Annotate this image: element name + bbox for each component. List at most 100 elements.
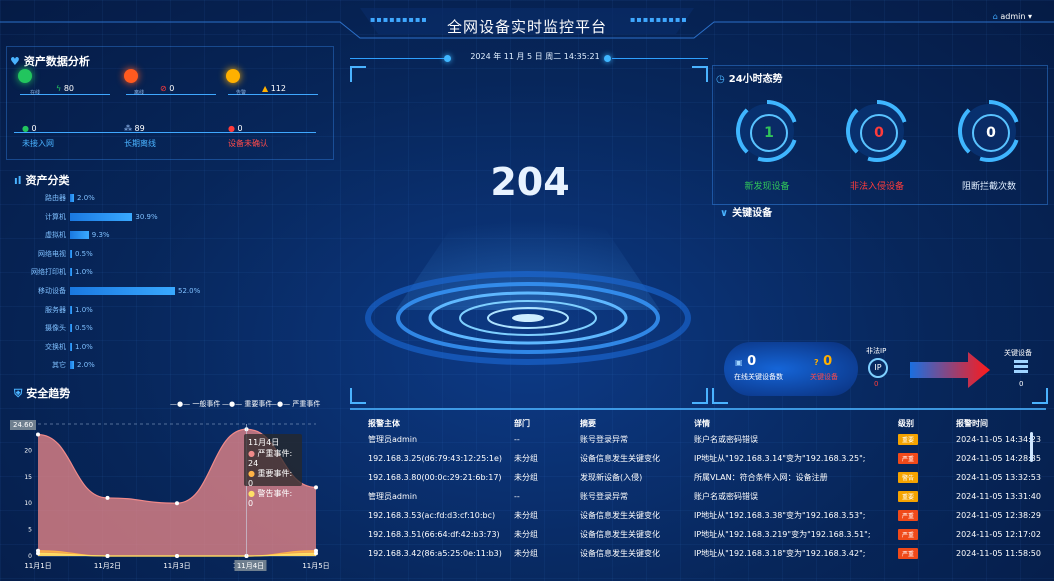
user-name: admin [1000,12,1026,21]
cell-dept: -- [514,435,520,444]
table-row[interactable]: 192.168.3.51(66:64:df:42:b3:73) 未分组 设备信息发生… [366,525,1046,544]
level-badge: 警告 [898,472,919,483]
cell-summary: 发现新设备(入侵) [580,473,643,482]
offline-caption: 离线 [134,90,145,96]
cell-level: 严重 [896,525,954,544]
level-badge: 严重 [898,548,919,559]
chart-tooltip: 11月4日 ● 严重事件: 24 ● 重要事件: 0 ● 警告事件: 0 [244,434,302,508]
category-label: 虚拟机 [45,231,66,240]
x-tick-label: 11月1日 [24,562,51,570]
unconnected-label: 未接入网 [22,139,54,148]
category-label: 路由器 [45,194,66,202]
category-value: 1.0% [75,342,93,351]
trend24-ring-label: 新发现设备 [744,182,790,192]
data-point [36,432,40,437]
category-label: 网络电视 [38,249,66,258]
cell-detail: IP地址从"192.168.3.219"变为"192.168.3.51"; [694,530,871,539]
bolt-icon: ϟ [56,84,62,93]
warning-icon: ▲ [262,84,269,93]
question-icon: ? [814,358,819,367]
y-tick-label: 10 [24,500,32,507]
x-tick-label: 11月5日 [302,562,329,570]
chevron-down-icon: ∨ [720,208,729,219]
current-datetime: 2024 年 11 月 5 日 周二 14:35:21 [470,52,600,61]
cell-dept: 未分组 [514,454,538,463]
cell-detail: IP地址从"192.168.3.18"变为"192.168.3.42"; [694,549,866,558]
col-detail: 详情 [694,418,710,428]
y-tick-label: 20 [24,447,32,454]
key-device-stats-pill [724,342,858,396]
y-tick-label: 5 [28,527,32,534]
data-point [36,551,40,556]
category-bar [70,305,73,314]
data-point [175,554,179,558]
offline-value: ⊘ 0 [160,84,175,93]
cell-time: 2024-11-05 12:17:02 [956,530,1041,539]
cell-dept: -- [514,492,520,501]
block-icon: ⊘ [160,84,167,93]
hover-x-label: 11月4日 [237,562,264,570]
y-tick-label: 0 [28,553,32,560]
category-bar [70,287,175,295]
category-value: 9.3% [91,231,110,240]
category-bar [70,212,133,221]
cell-subject: 192.168.3.51(66:64:df:42:b3:73) [368,530,500,539]
cell-level: 重要 [896,430,954,449]
col-level: 级别 [898,418,914,428]
right-corner-bl [712,388,728,404]
tooltip-line-warning: ● 警告事件: 0 [248,489,293,508]
center-corner-tl [350,66,366,82]
cell-summary: 设备信息发生关键变化 [580,511,660,520]
category-label: 摄像头 [45,324,66,333]
cell-dept: 未分组 [514,530,538,539]
cell-subject: 192.168.3.42(86:a5:25:0e:11:b3) [368,549,502,558]
category-label: 其它 [52,361,66,370]
table-row[interactable]: 管理员admin -- 账号登录异常 账户名或密码错误 重要 2024-11-05 13:… [366,487,1046,506]
cell-level: 警告 [896,468,954,487]
cell-subject: 管理员admin [368,435,418,444]
user-menu[interactable]: ⌂ admin ▾ [993,12,1032,21]
cell-dept: 未分组 [514,549,538,558]
cell-level: 重要 [896,487,954,506]
category-label: 网络打印机 [31,268,66,277]
server-icon [1014,360,1028,374]
category-label: 交换机 [45,342,66,351]
asset-analysis-title: ♥ 资产数据分析 [10,55,90,68]
trend24-ring: 0 [846,100,908,162]
center-corner-tr [692,66,708,82]
cell-dept: 未分组 [514,473,538,482]
trend24-ring-value: 0 [972,114,1010,152]
cell-detail: IP地址从"192.168.3.38"变为"192.168.3.53"; [694,511,866,520]
x-tick-label: 11月2日 [94,562,121,570]
table-row[interactable]: 192.168.3.53(ac:fd:d3:cf:10:bc) 未分组 设备信息发生… [366,506,1046,525]
table-row[interactable]: 192.168.3.25(d6:79:43:12:25:1e) 未分组 设备信息发生… [366,449,1046,468]
cell-time: 2024-11-05 12:38:29 [956,511,1041,520]
table-row[interactable]: 192.168.3.80(00:0c:29:21:6b:17) 未分组 发现新设备(… [366,468,1046,487]
total-device-count: 204 [490,160,570,204]
category-bar [70,249,72,258]
cell-time: 2024-11-05 13:32:53 [956,473,1041,482]
cell-detail: 账户名或密码错误 [694,435,758,444]
table-scrollbar[interactable] [1030,432,1033,462]
table-row[interactable]: 管理员admin -- 账号登录异常 账户名或密码错误 重要 2024-11-05 14:… [366,430,1046,449]
cell-detail: IP地址从"192.168.3.14"变为"192.168.3.25"; [694,454,866,463]
legend-important: —●— 重要事件 [222,400,273,408]
trend24-ring-value: 0 [860,114,898,152]
trend24-ring: 0 [958,100,1020,162]
unconnected-value: ● 0 [22,124,37,133]
long-offline-label: 长期离线 [124,139,156,148]
user-icon: ● [22,124,29,133]
online-value: ϟ 80 [56,84,75,93]
long-offline-value: ⁂ 89 [124,124,145,133]
category-value: 1.0% [75,305,93,314]
cell-summary: 账号登录异常 [580,492,628,501]
category-bar [70,268,73,277]
table-row[interactable]: 192.168.3.42(86:a5:25:0e:11:b3) 未分组 设备信息发生… [366,544,1046,563]
cell-summary: 账号登录异常 [580,435,628,444]
date-dot-right [604,55,611,62]
illegal-ip-label: 非法IP [866,347,887,355]
alarm-table-header: 报警主体 部门 摘要 详情 级别 报警时间 [366,416,1046,430]
cell-summary: 设备信息发生关键变化 [580,454,660,463]
category-label: 计算机 [45,212,66,221]
cell-level: 严重 [896,544,954,563]
